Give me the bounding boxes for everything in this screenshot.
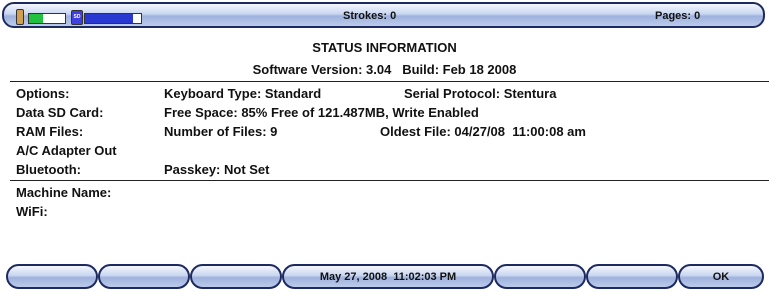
pages-count: Pages: 0 [655,10,701,22]
softkey-5-button[interactable] [494,264,586,289]
divider [10,81,769,82]
top-status-bar: SD Strokes: 0 Pages: 0 [2,2,765,28]
ram-files-label: RAM Files: [16,124,84,139]
softkey-2-button[interactable] [98,264,190,289]
adapter-status: A/C Adapter Out [16,143,117,158]
options-label: Options: [16,86,70,101]
software-version: Software Version: 3.04 Build: Feb 18 200… [252,62,517,77]
keyboard-type: Keyboard Type: Standard [164,86,322,101]
sd-card-value: Free Space: 85% Free of 121.487MB, Write… [164,105,479,120]
softkey-6-button[interactable] [586,264,678,289]
battery-level-fill [29,14,44,23]
battery-icon [16,9,24,25]
bluetooth-label: Bluetooth: [16,162,81,177]
datetime-text: May 27, 2008 11:02:03 PM [319,270,457,283]
softkey-1-button[interactable] [6,264,98,289]
ok-label: OK [712,270,730,283]
strokes-count: Strokes: 0 [343,10,397,22]
sd-card-icon: SD [71,10,83,25]
sd-card-label: Data SD Card: [16,105,104,120]
page-title: STATUS INFORMATION [312,40,457,55]
storage-level-fill [85,14,133,23]
serial-protocol: Serial Protocol: Stentura [404,86,557,101]
datetime-display: May 27, 2008 11:02:03 PM [282,264,494,289]
divider [10,180,769,181]
wifi-label: WiFi: [16,204,48,219]
softkey-3-button[interactable] [190,264,282,289]
ok-button[interactable]: OK [678,264,764,289]
oldest-file: Oldest File: 04/27/08 11:00:08 am [380,124,586,139]
battery-level-bar [28,13,66,24]
bluetooth-passkey: Passkey: Not Set [164,162,270,177]
storage-level-bar [84,13,142,24]
number-of-files: Number of Files: 9 [164,124,278,139]
machine-name-label: Machine Name: [16,185,112,200]
